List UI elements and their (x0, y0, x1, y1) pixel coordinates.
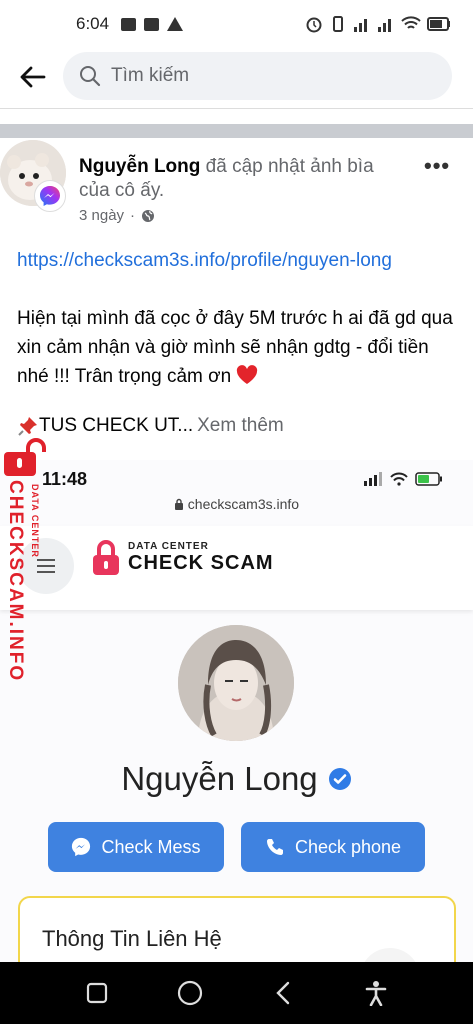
status-bar: 6:04 (0, 0, 473, 48)
logo-big-text: CHECK SCAM (128, 552, 274, 574)
embedded-url: checkscam3s.info (187, 496, 300, 512)
watermark-sub-text: DATA CENTER (30, 484, 40, 558)
feed-separator (0, 124, 473, 138)
battery-icon (427, 17, 450, 31)
tus-text: TUS CHECK UT... (39, 415, 194, 436)
gallery-icon (144, 17, 160, 31)
check-mess-button: Check Mess (48, 822, 224, 872)
verified-badge-icon (328, 768, 351, 790)
check-phone-button: Check phone (241, 822, 425, 872)
embedded-status-icons (363, 472, 443, 486)
system-nav-bar (0, 962, 473, 1024)
home-button[interactable] (170, 973, 210, 1013)
post-time[interactable]: 3 ngày (79, 207, 124, 224)
recents-button[interactable] (77, 973, 117, 1013)
check-phone-label: Check phone (294, 836, 402, 857)
search-header: Tìm kiếm (0, 48, 473, 106)
search-placeholder: Tìm kiếm (111, 65, 190, 86)
checkscam-watermark: CHECKSCAM.INFO DATA CENTER (0, 432, 48, 682)
warning-icon (167, 17, 184, 31)
see-more-link[interactable]: Xem thêm (197, 415, 284, 437)
site-logo: DATA CENTER CHECK SCAM (92, 540, 274, 576)
youtube-icon (121, 17, 137, 31)
back-chevron-icon (276, 981, 290, 1005)
post-title: Nguyễn Long đã cập nhật ảnh bìa của cô ấ… (79, 155, 409, 203)
embedded-time: 11:48 (42, 469, 88, 489)
accessibility-icon (366, 981, 387, 1006)
messenger-icon (72, 837, 91, 857)
profile-name: Nguyễn Long (121, 760, 318, 797)
heart-emoji-icon (237, 365, 258, 384)
profile-name-row: Nguyễn Long (0, 760, 473, 798)
watermark-lock-icon (4, 438, 46, 476)
signal-icon (354, 19, 367, 32)
recents-icon (86, 982, 107, 1004)
watermark-main-text: CHECKSCAM.INFO (5, 480, 26, 683)
logo-small-text: DATA CENTER (128, 541, 209, 552)
contact-info-card: Thông Tin Liên Hệ (18, 896, 456, 965)
embedded-signal-icon (364, 472, 382, 486)
red-lock-logo-icon (93, 540, 119, 575)
post-body-text: Hiện tại mình đã cọc ở đây 5M trước h ai… (17, 308, 453, 387)
back-arrow-icon (20, 66, 46, 88)
phone-icon (266, 839, 283, 855)
post-image[interactable]: 11:48 checkscam3s.info DATA CENTER CHECK… (0, 460, 473, 965)
status-time: 6:04 (76, 14, 110, 33)
wifi-icon (401, 16, 421, 29)
globe-icon (142, 209, 155, 222)
messenger-badge (34, 180, 66, 212)
divider (0, 108, 473, 109)
author-name[interactable]: Nguyễn Long (79, 156, 200, 177)
back-button[interactable] (0, 48, 64, 106)
embedded-wifi-icon (390, 472, 408, 486)
embedded-battery-icon (415, 472, 442, 486)
search-icon (80, 66, 101, 87)
check-mess-label: Check Mess (101, 836, 201, 857)
post-meta: 3 ngày · (79, 207, 155, 224)
home-icon (177, 980, 202, 1006)
post-body: Hiện tại mình đã cọc ở đây 5M trước h ai… (17, 304, 462, 391)
accessibility-button[interactable] (356, 973, 396, 1013)
alarm-icon (306, 17, 322, 33)
vibrate-icon (333, 16, 343, 32)
signal-icon-2 (378, 19, 391, 32)
embedded-site-header: DATA CENTER CHECK SCAM (0, 526, 473, 610)
back-nav-button[interactable] (263, 973, 303, 1013)
lock-icon (174, 498, 183, 510)
messenger-icon (40, 186, 60, 206)
search-input[interactable]: Tìm kiếm (63, 52, 452, 100)
more-options-button[interactable]: ••• (424, 153, 450, 179)
contact-info-title: Thông Tin Liên Hệ (42, 926, 222, 951)
embedded-url-bar: checkscam3s.info (0, 496, 473, 512)
profile-picture (178, 625, 294, 741)
post-link[interactable]: https://checkscam3s.info/profile/nguyen-… (17, 250, 392, 272)
post-tus-line: TUS CHECK UT... Xem thêm (17, 415, 284, 437)
